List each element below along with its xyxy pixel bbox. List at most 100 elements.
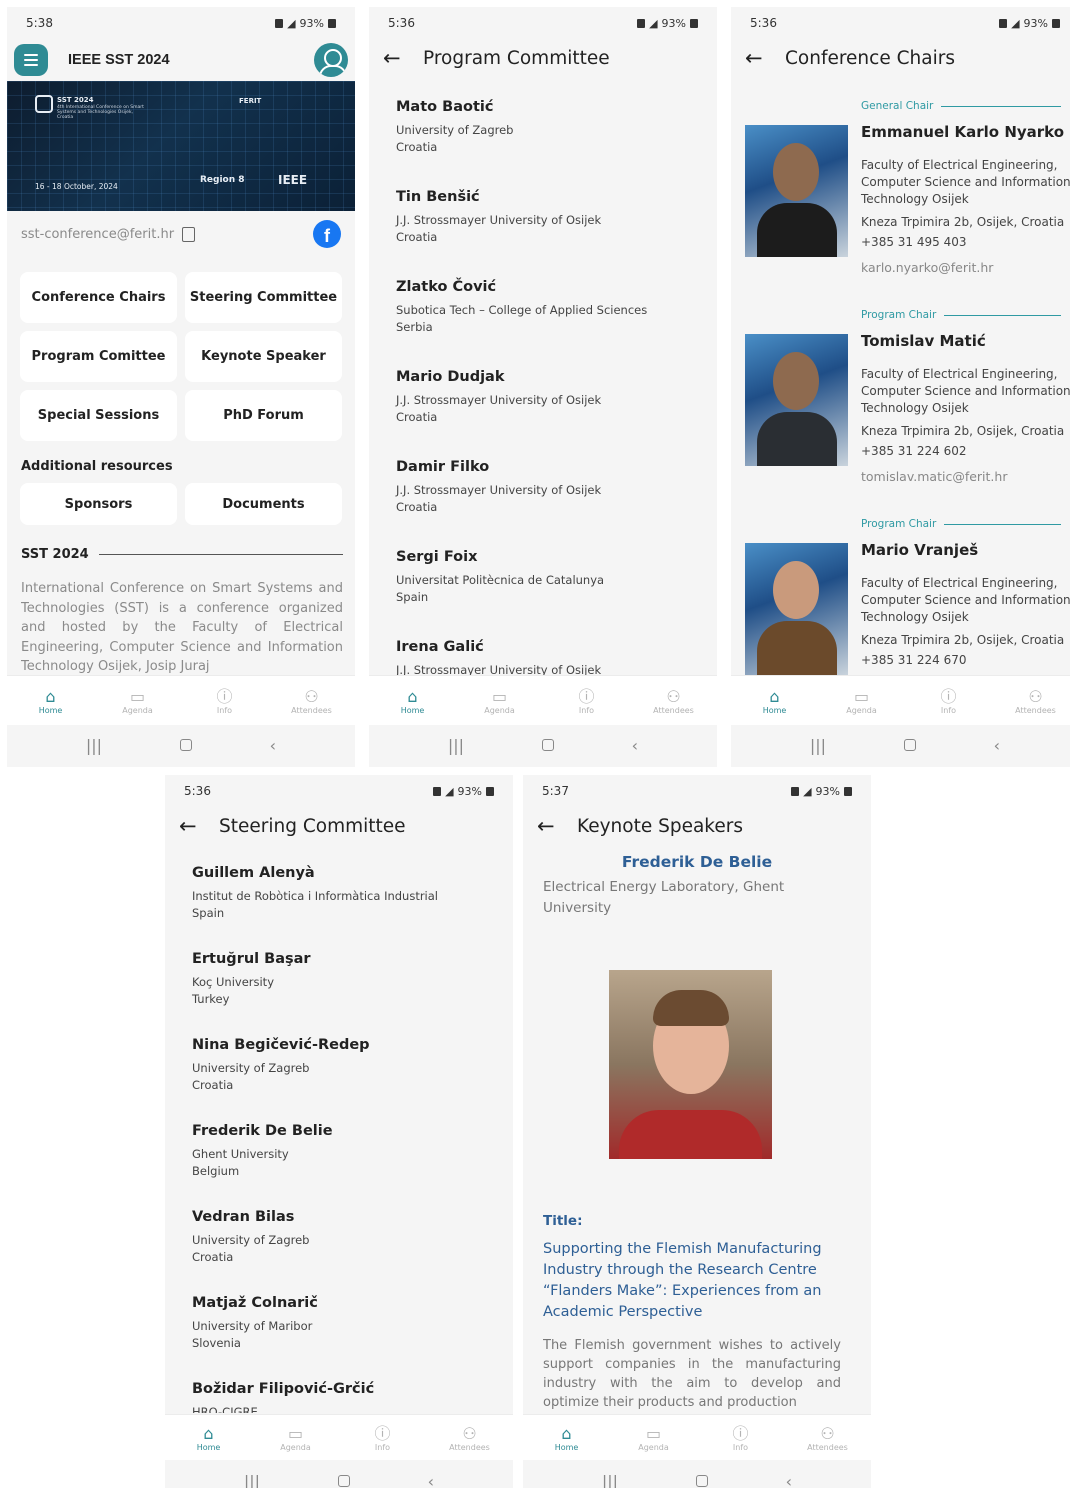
nav-home[interactable]: ⌂ Home bbox=[16, 687, 86, 715]
chair-email[interactable]: tomislav.matic@ferit.hr bbox=[861, 469, 1007, 484]
home-system-icon[interactable] bbox=[337, 1475, 350, 1487]
conference-chairs-button[interactable]: Conference Chairs bbox=[20, 272, 177, 323]
nav-agenda[interactable]: ▭ Agenda bbox=[619, 1424, 689, 1452]
system-nav: ||| ‹ bbox=[369, 725, 717, 765]
back-system-icon[interactable]: ‹ bbox=[994, 736, 1000, 755]
ieee-logo: IEEE bbox=[278, 173, 308, 187]
back-arrow-icon[interactable]: ← bbox=[745, 46, 785, 70]
screen-header: ← Steering Committee bbox=[165, 807, 513, 845]
back-system-icon[interactable]: ‹ bbox=[428, 1472, 434, 1488]
list-item: Sergi Foix Universitat Politècnica de Cat… bbox=[396, 537, 717, 627]
chair-role: Program Chair bbox=[861, 518, 937, 530]
documents-button[interactable]: Documents bbox=[185, 483, 342, 525]
chair-phone[interactable]: +385 31 224 670 bbox=[861, 653, 966, 667]
back-system-icon[interactable]: ‹ bbox=[786, 1472, 792, 1488]
nav-agenda[interactable]: ▭ Agenda bbox=[827, 687, 897, 715]
back-arrow-icon[interactable]: ← bbox=[383, 46, 423, 70]
list-item: Vedran Bilas University of Zagreb Croatia bbox=[192, 1197, 513, 1283]
bottom-nav: ⌂ Home ▭ Agenda ⓘ Info ⚇ Attendees bbox=[731, 675, 1070, 725]
back-arrow-icon[interactable]: ← bbox=[179, 814, 219, 838]
member-country: Croatia bbox=[396, 230, 438, 244]
screen-header: ← Keynote Speakers bbox=[523, 807, 871, 845]
battery-level: 93% bbox=[815, 784, 840, 798]
nav-attendees[interactable]: ⚇ Attendees bbox=[639, 687, 709, 715]
member-name: Frederik De Belie bbox=[192, 1123, 333, 1139]
main-buttons: Conference Chairs Steering Committee Pro… bbox=[20, 272, 342, 441]
back-system-icon[interactable]: ‹ bbox=[632, 736, 638, 755]
nav-home[interactable]: ⌂ Home bbox=[174, 1424, 244, 1452]
recents-icon[interactable]: ||| bbox=[244, 1472, 260, 1488]
recents-icon[interactable]: ||| bbox=[448, 736, 464, 755]
nav-info[interactable]: ⓘ Info bbox=[706, 1424, 776, 1452]
chair-photo bbox=[745, 125, 848, 257]
status-icons: ◢ 93% bbox=[637, 17, 698, 30]
home-system-icon[interactable] bbox=[541, 739, 554, 751]
member-name: Irena Galić bbox=[396, 639, 484, 655]
menu-button[interactable] bbox=[14, 44, 48, 76]
home-icon: ⌂ bbox=[45, 686, 56, 706]
status-bar: 5:38 ◢ 93% bbox=[7, 7, 355, 39]
signal-icon: ◢ bbox=[649, 16, 658, 30]
nav-info[interactable]: ⓘ Info bbox=[914, 687, 984, 715]
chair-phone[interactable]: +385 31 224 602 bbox=[861, 444, 966, 458]
recents-icon[interactable]: ||| bbox=[86, 736, 102, 755]
chair-email[interactable]: karlo.nyarko@ferit.hr bbox=[861, 260, 993, 275]
list-item: Ertuğrul Başar Koç University Turkey bbox=[192, 939, 513, 1025]
steering-committee-button[interactable]: Steering Committee bbox=[185, 272, 342, 323]
calendar-icon: ▭ bbox=[645, 1423, 662, 1443]
nav-info[interactable]: ⓘ Info bbox=[348, 1424, 418, 1452]
list-item: Guillem Alenyà Institut de Robòtica i Inf… bbox=[192, 853, 513, 939]
nav-attendees[interactable]: ⚇ Attendees bbox=[1001, 687, 1070, 715]
keynote-speaker-button[interactable]: Keynote Speaker bbox=[185, 331, 342, 382]
nav-agenda[interactable]: ▭ Agenda bbox=[465, 687, 535, 715]
nav-attendees[interactable]: ⚇ Attendees bbox=[793, 1424, 863, 1452]
nav-attendees[interactable]: ⚇ Attendees bbox=[277, 687, 347, 715]
chair-phone[interactable]: +385 31 495 403 bbox=[861, 235, 966, 249]
nav-info[interactable]: ⓘ Info bbox=[552, 687, 622, 715]
battery-level: 93% bbox=[299, 16, 324, 30]
back-arrow-icon[interactable]: ← bbox=[537, 814, 577, 838]
nav-home[interactable]: ⌂ Home bbox=[740, 687, 810, 715]
speaker-photo bbox=[609, 970, 772, 1159]
status-icons: ◢ 93% bbox=[791, 785, 852, 798]
phd-forum-button[interactable]: PhD Forum bbox=[185, 390, 342, 441]
member-affiliation: University of Maribor bbox=[192, 1319, 313, 1333]
recents-icon[interactable]: ||| bbox=[810, 736, 826, 755]
nav-agenda[interactable]: ▭ Agenda bbox=[103, 687, 173, 715]
screen-title: Conference Chairs bbox=[785, 47, 955, 69]
copy-icon[interactable] bbox=[182, 226, 196, 242]
member-affiliation: University of Zagreb bbox=[192, 1233, 310, 1247]
nav-agenda[interactable]: ▭ Agenda bbox=[261, 1424, 331, 1452]
conference-email[interactable]: sst-conference@ferit.hr bbox=[21, 227, 174, 242]
nav-home[interactable]: ⌂ Home bbox=[378, 687, 448, 715]
member-name: Guillem Alenyà bbox=[192, 865, 315, 881]
chair-card: General Chair Emmanuel Karlo Nyarko Facu… bbox=[731, 93, 1070, 302]
back-system-icon[interactable]: ‹ bbox=[270, 736, 276, 755]
nav-home[interactable]: ⌂ Home bbox=[532, 1424, 602, 1452]
home-system-icon[interactable] bbox=[695, 1475, 708, 1487]
chair-address: Kneza Trpimira 2b, Osijek, Croatia bbox=[861, 633, 1065, 647]
status-icons: ◢ 93% bbox=[433, 785, 494, 798]
email-row: sst-conference@ferit.hr f bbox=[7, 219, 355, 249]
info-icon: ⓘ bbox=[732, 1423, 749, 1443]
member-country: Spain bbox=[396, 590, 429, 604]
chair-name: Mario Vranješ bbox=[861, 541, 979, 559]
recents-icon[interactable]: ||| bbox=[602, 1472, 618, 1488]
profile-avatar-icon[interactable] bbox=[314, 43, 348, 77]
program-committee-button[interactable]: Program Comittee bbox=[20, 331, 177, 382]
sponsors-button[interactable]: Sponsors bbox=[20, 483, 177, 525]
screen-title: Keynote Speakers bbox=[577, 815, 743, 837]
nav-info[interactable]: ⓘ Info bbox=[190, 687, 260, 715]
home-system-icon[interactable] bbox=[179, 739, 192, 751]
bottom-nav: ⌂ Home ▭ Agenda ⓘ Info ⚇ Attendees bbox=[523, 1414, 871, 1460]
home-system-icon[interactable] bbox=[903, 739, 916, 751]
nav-attendees[interactable]: ⚇ Attendees bbox=[435, 1424, 505, 1452]
signal-icon: ◢ bbox=[445, 784, 454, 798]
speaker-affiliation: Electrical Energy Laboratory, Ghent Univ… bbox=[543, 879, 785, 916]
app-title: IEEE SST 2024 bbox=[68, 52, 170, 68]
facebook-icon[interactable]: f bbox=[313, 220, 341, 248]
battery-level: 93% bbox=[661, 16, 686, 30]
chair-role: General Chair bbox=[861, 100, 934, 112]
status-time: 5:38 bbox=[26, 16, 53, 30]
special-sessions-button[interactable]: Special Sessions bbox=[20, 390, 177, 441]
